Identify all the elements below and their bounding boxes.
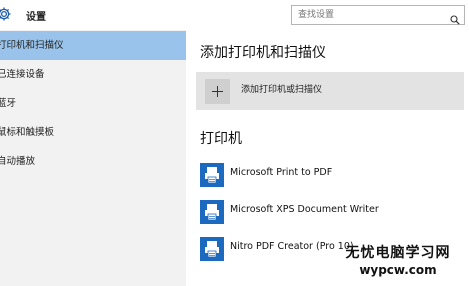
search-input[interactable]: [298, 8, 438, 22]
printer-item[interactable]: Microsoft XPS Document Writer: [200, 200, 460, 226]
sidebar: 打印机和扫描仪 已连接设备 蓝牙 鼠标和触摸板 自动播放: [0, 30, 186, 286]
watermark-url: wypcw.com: [359, 263, 437, 277]
sidebar-item-label: 已连接设备: [0, 69, 45, 80]
printer-icon: [200, 200, 224, 224]
sidebar-item-label: 打印机和扫描仪: [0, 40, 64, 51]
sidebar-item-bluetooth[interactable]: 蓝牙: [0, 89, 186, 118]
watermark: 无忧电脑学习网 wypcw.com: [330, 242, 466, 277]
printer-icon: [200, 237, 224, 261]
sidebar-item-connected-devices[interactable]: 已连接设备: [0, 60, 186, 89]
app-title: 设置: [26, 12, 46, 23]
sidebar-item-autoplay[interactable]: 自动播放: [0, 147, 186, 176]
add-printer-label: 添加打印机或扫描仪: [241, 85, 323, 95]
printers-section-title: 打印机: [200, 131, 242, 147]
printer-name: Microsoft Print to PDF: [230, 167, 333, 178]
add-section-title: 添加打印机和扫描仪: [200, 45, 326, 61]
gear-icon: [0, 6, 12, 22]
sidebar-item-label: 蓝牙: [0, 98, 17, 109]
sidebar-item-mouse-touchpad[interactable]: 鼠标和触摸板: [0, 118, 186, 147]
sidebar-item-printers-scanners[interactable]: 打印机和扫描仪: [0, 31, 186, 60]
printer-icon: [200, 163, 224, 187]
settings-window: 设置 打印机和扫描仪 已连接设备 蓝牙 鼠标和触摸板 自动播放: [0, 0, 469, 286]
printer-name: Microsoft XPS Document Writer: [230, 204, 379, 215]
printer-item[interactable]: Microsoft Print to PDF: [200, 163, 460, 189]
sidebar-item-label: 鼠标和触摸板: [0, 127, 55, 138]
search-icon[interactable]: [450, 10, 460, 25]
sidebar-item-label: 自动播放: [0, 156, 36, 167]
title-bar: 设置: [0, 0, 469, 30]
plus-icon: [205, 79, 230, 104]
search-box[interactable]: [291, 5, 465, 25]
watermark-title: 无忧电脑学习网: [345, 245, 451, 261]
add-printer-button[interactable]: 添加打印机或扫描仪: [196, 72, 464, 110]
